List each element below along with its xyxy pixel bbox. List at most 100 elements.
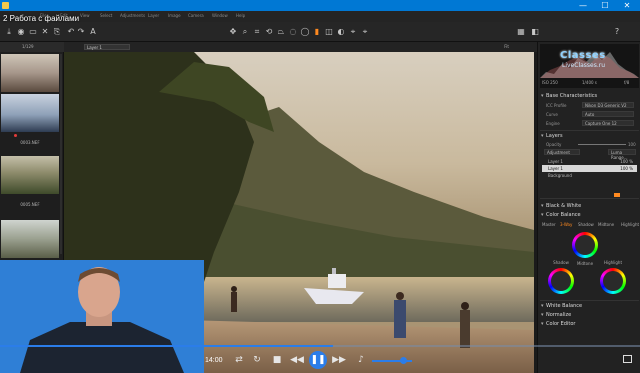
maximize-button[interactable]: ☐ <box>594 0 616 11</box>
section-white-balance[interactable]: White Balance <box>540 302 639 310</box>
thumbnail-item[interactable]: 0005.NEF <box>0 156 60 207</box>
rewind-button[interactable]: ◀◀ <box>290 353 304 367</box>
camera-icon[interactable]: ◉ <box>16 27 26 37</box>
tools-icon[interactable]: ✕ <box>40 27 50 37</box>
pan-icon[interactable]: ✥ <box>228 27 238 37</box>
grid-view-icon[interactable]: ▦ <box>516 27 526 37</box>
video-progress-fill <box>0 345 333 347</box>
menu-item[interactable]: Layer <box>148 13 159 18</box>
layer-item-selected[interactable]: Layer 1 100 % <box>542 165 637 172</box>
midtone-wheel[interactable] <box>572 232 598 258</box>
menu-item[interactable]: Select <box>100 13 112 18</box>
forward-button[interactable]: ▶▶ <box>332 353 346 367</box>
video-title: 2 Работа с файлами <box>3 14 80 23</box>
undo-icon[interactable]: ↶ <box>66 27 76 37</box>
icc-profile-select[interactable]: Nikon D3 Generic V2 <box>582 102 634 108</box>
keystone-icon[interactable]: ⏢ <box>276 27 286 37</box>
engine-label: Engine <box>546 121 560 126</box>
icc-profile-label: ICC Profile <box>546 103 567 108</box>
menu-item[interactable]: Help <box>236 13 245 18</box>
section-color-editor[interactable]: Color Editor <box>540 320 639 328</box>
thumbnail-image <box>1 94 59 132</box>
layer-item[interactable]: Background <box>542 172 637 179</box>
highlight-wheel[interactable] <box>600 268 626 294</box>
folder-icon[interactable]: ▭ <box>28 27 38 37</box>
menu-bar: File Edit View Select Adjustments Layer … <box>0 11 640 27</box>
menu-item[interactable]: Image <box>168 13 181 18</box>
color-tag-icon <box>14 134 17 137</box>
thumbnail-item[interactable]: 0003.NEF <box>0 94 60 145</box>
rotate-icon[interactable]: ⟲ <box>264 27 274 37</box>
tab-3-way[interactable]: 3-Way <box>560 222 572 227</box>
thumbnail-item[interactable]: 4_DSC_6926.NEF <box>0 54 60 99</box>
adjustment-select[interactable]: Adjustment <box>544 149 580 155</box>
menu-item[interactable]: Camera <box>188 13 204 18</box>
picker-icon[interactable]: ⌖ <box>348 27 358 37</box>
opacity-slider[interactable] <box>578 144 626 145</box>
menu-item[interactable]: Window <box>212 13 228 18</box>
tab-master[interactable]: Master <box>542 222 556 227</box>
layer-opacity: 100 % <box>620 166 633 171</box>
picker2-icon[interactable]: ⌖ <box>360 27 370 37</box>
thumbnail-image <box>1 220 59 258</box>
tab-highlight[interactable]: Highlight <box>621 222 639 227</box>
section-normalize[interactable]: Normalize <box>540 311 639 319</box>
eraser-icon[interactable]: ◫ <box>324 27 334 37</box>
section-black-white[interactable]: Black & White <box>540 202 639 210</box>
brush-icon[interactable]: ▮ <box>312 27 322 37</box>
filmstrip-scrollbar[interactable] <box>60 54 62 254</box>
curve-select[interactable]: Auto <box>582 111 634 117</box>
crop-icon[interactable]: ⌗ <box>252 27 262 37</box>
stop-button[interactable]: ■ <box>270 353 284 367</box>
video-progress[interactable] <box>0 345 640 347</box>
shuffle-icon[interactable]: ⇄ <box>232 353 246 367</box>
opacity-value: 100 <box>628 142 636 147</box>
gradient-icon[interactable]: ◐ <box>336 27 346 37</box>
section-color-balance[interactable]: Color Balance <box>540 211 639 219</box>
export-icon[interactable]: ⎘ <box>52 27 62 37</box>
aperture-readout: f/8 <box>624 80 630 85</box>
iso-readout: ISO 250 <box>542 80 558 85</box>
luma-range-button[interactable]: Luma Range... <box>608 149 636 160</box>
redo-icon[interactable]: ↷ <box>76 27 86 37</box>
layer-name: Layer 1 <box>548 159 563 164</box>
section-layers[interactable]: Layers <box>540 132 639 140</box>
minimize-button[interactable]: — <box>572 0 594 11</box>
video-player-controls: 14:00 ⇄ ↻ ■ ◀◀ ❚❚ ▶▶ ♪ <box>0 343 640 373</box>
histogram: Classes LiveClasses.ru ISO 250 1/400 s f… <box>540 44 639 88</box>
menu-item[interactable]: Adjustments <box>120 13 145 18</box>
close-button[interactable]: ✕ <box>616 0 638 11</box>
fit-label: Fit <box>504 44 509 49</box>
engine-select[interactable]: Capture One 12 <box>582 120 634 126</box>
shadow-wheel[interactable] <box>548 268 574 294</box>
pause-button[interactable]: ❚❚ <box>309 351 327 369</box>
filmstrip-count: 1/129 <box>22 44 34 49</box>
heal-icon[interactable]: ◯ <box>300 27 310 37</box>
zoom-icon[interactable]: ⌕ <box>240 27 250 37</box>
spot-icon[interactable]: ◌ <box>288 27 298 37</box>
menu-item[interactable]: View <box>80 13 90 18</box>
watermark-url: LiveClasses.ru <box>562 62 606 69</box>
compare-icon[interactable]: ◧ <box>530 27 540 37</box>
thumbnail-item[interactable] <box>0 220 60 258</box>
tab-midtone[interactable]: Midtone <box>598 222 614 227</box>
layer-select[interactable]: Layer 1 <box>84 44 130 50</box>
video-time: 14:00 <box>205 357 223 364</box>
thumbnail-image <box>1 156 59 194</box>
layer-item[interactable]: Layer 1 100 % <box>542 158 637 165</box>
filmstrip: 1/129 4_DSC_6926.NEF 0003.NEF 0005.NEF <box>0 42 64 260</box>
window-title-bar: — ☐ ✕ <box>0 0 640 11</box>
import-icon[interactable]: ⤓ <box>4 27 14 37</box>
repeat-icon[interactable]: ↻ <box>250 353 264 367</box>
layer-brush-icon[interactable] <box>614 193 620 197</box>
help-icon[interactable]: ? <box>612 27 622 37</box>
fullscreen-button[interactable] <box>623 355 632 363</box>
section-base-characteristics[interactable]: Base Characteristics <box>540 92 639 100</box>
volume-icon[interactable]: ♪ <box>354 353 368 367</box>
tools-panel: Classes LiveClasses.ru ISO 250 1/400 s f… <box>537 42 640 373</box>
tab-shadow[interactable]: Shadow <box>578 222 594 227</box>
viewer-bar: Layer 1 Fit <box>64 42 537 52</box>
volume-knob[interactable] <box>400 357 408 364</box>
text-icon[interactable]: A <box>88 27 98 37</box>
curve-label: Curve <box>546 112 558 117</box>
